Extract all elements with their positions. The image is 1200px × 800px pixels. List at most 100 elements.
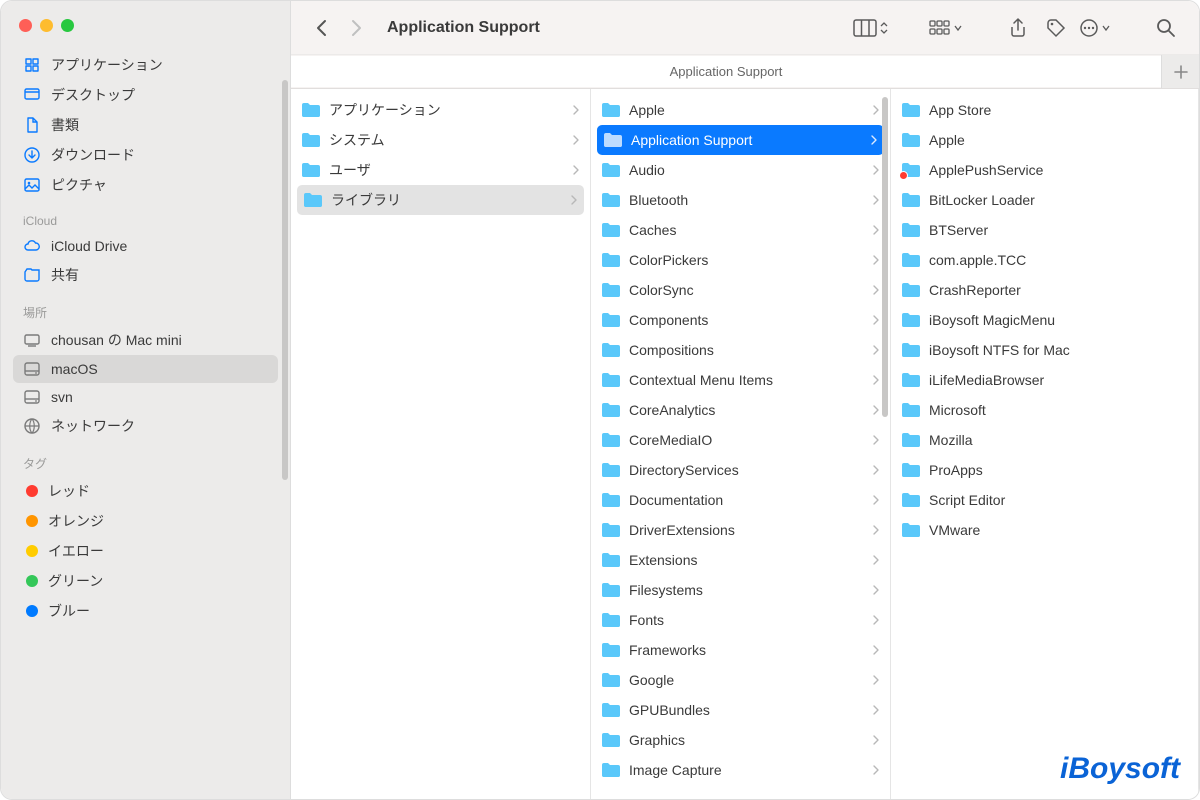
chevron-right-icon — [873, 255, 880, 265]
folder-row[interactable]: Caches — [591, 215, 890, 245]
folder-row[interactable]: Script Editor — [891, 485, 1198, 515]
back-button[interactable] — [309, 15, 335, 41]
chevron-right-icon — [873, 675, 880, 685]
folder-label: ユーザ — [329, 160, 565, 180]
folder-icon — [901, 192, 921, 208]
folder-row[interactable]: Google — [591, 665, 890, 695]
sidebar-tag-1[interactable]: オレンジ — [13, 506, 278, 536]
folder-row[interactable]: ライブラリ — [297, 185, 584, 215]
folder-icon — [901, 402, 921, 418]
folder-row[interactable]: BTServer — [891, 215, 1198, 245]
folder-row[interactable]: Fonts — [591, 605, 890, 635]
chevron-right-icon — [873, 735, 880, 745]
folder-label: Bluetooth — [629, 192, 865, 208]
sidebar-item-locations-2[interactable]: svn — [13, 383, 278, 411]
search-button[interactable] — [1151, 13, 1181, 43]
sidebar-item-favorites-0[interactable]: アプリケーション — [13, 50, 278, 80]
tag-button[interactable] — [1041, 13, 1071, 43]
folder-row[interactable]: Extensions — [591, 545, 890, 575]
sidebar-item-locations-0[interactable]: chousan の Mac mini — [13, 325, 278, 355]
folder-label: Audio — [629, 162, 865, 178]
folder-icon — [601, 252, 621, 268]
sidebar-item-label: chousan の Mac mini — [51, 330, 182, 350]
folder-row[interactable]: iBoysoft MagicMenu — [891, 305, 1198, 335]
folder-row[interactable]: ProApps — [891, 455, 1198, 485]
sidebar-item-locations-1[interactable]: macOS — [13, 355, 278, 383]
folder-row[interactable]: システム — [291, 125, 590, 155]
folder-row[interactable]: Components — [591, 305, 890, 335]
sidebar-item-label: グリーン — [48, 571, 103, 591]
sidebar-tag-4[interactable]: ブルー — [13, 596, 278, 626]
sidebar-tag-2[interactable]: イエロー — [13, 536, 278, 566]
sidebar-section-locations: 場所 — [13, 296, 278, 325]
view-columns-button[interactable] — [853, 19, 889, 37]
folder-row[interactable]: Apple — [891, 125, 1198, 155]
sidebar-item-label: アプリケーション — [51, 55, 163, 75]
folder-row[interactable]: ColorPickers — [591, 245, 890, 275]
folder-row[interactable]: Apple — [591, 95, 890, 125]
folder-icon — [601, 642, 621, 658]
folder-icon — [901, 492, 921, 508]
sidebar-item-icloud-1[interactable]: 共有 — [13, 260, 278, 290]
folder-icon — [901, 222, 921, 238]
sidebar-item-favorites-3[interactable]: ダウンロード — [13, 140, 278, 170]
folder-row[interactable]: Compositions — [591, 335, 890, 365]
folder-row[interactable]: VMware — [891, 515, 1198, 545]
folder-row[interactable]: Audio — [591, 155, 890, 185]
share-button[interactable] — [1003, 13, 1033, 43]
folder-row[interactable]: ApplePushService — [891, 155, 1198, 185]
folder-row[interactable]: App Store — [891, 95, 1198, 125]
folder-row[interactable]: iLifeMediaBrowser — [891, 365, 1198, 395]
folder-row[interactable]: Documentation — [591, 485, 890, 515]
folder-row[interactable]: ユーザ — [291, 155, 590, 185]
folder-row[interactable]: iBoysoft NTFS for Mac — [891, 335, 1198, 365]
chevron-right-icon — [873, 615, 880, 625]
column-scrollbar[interactable] — [882, 97, 888, 417]
folder-row[interactable]: GPUBundles — [591, 695, 890, 725]
folder-label: App Store — [929, 102, 1188, 118]
new-tab-button[interactable] — [1161, 55, 1199, 88]
folder-row[interactable]: Filesystems — [591, 575, 890, 605]
group-button[interactable] — [929, 20, 963, 36]
sidebar-tag-0[interactable]: レッド — [13, 476, 278, 506]
folder-row[interactable]: DirectoryServices — [591, 455, 890, 485]
folder-row[interactable]: CoreMediaIO — [591, 425, 890, 455]
folder-row[interactable]: アプリケーション — [291, 95, 590, 125]
sidebar-item-favorites-4[interactable]: ピクチャ — [13, 170, 278, 200]
sidebar-item-locations-3[interactable]: ネットワーク — [13, 411, 278, 441]
chevron-right-icon — [873, 765, 880, 775]
folder-row[interactable]: Graphics — [591, 725, 890, 755]
folder-row[interactable]: BitLocker Loader — [891, 185, 1198, 215]
folder-icon — [601, 492, 621, 508]
folder-row[interactable]: DriverExtensions — [591, 515, 890, 545]
actions-button[interactable] — [1079, 18, 1111, 38]
folder-icon — [601, 672, 621, 688]
forward-button[interactable] — [343, 15, 369, 41]
folder-row[interactable]: Mozilla — [891, 425, 1198, 455]
chevron-right-icon — [873, 285, 880, 295]
tab-application-support[interactable]: Application Support — [291, 56, 1161, 87]
sidebar-scrollbar[interactable] — [282, 80, 288, 480]
folder-icon — [303, 192, 323, 208]
folder-row[interactable]: Bluetooth — [591, 185, 890, 215]
folder-row[interactable]: Contextual Menu Items — [591, 365, 890, 395]
folder-row[interactable]: com.apple.TCC — [891, 245, 1198, 275]
folder-row[interactable]: CoreAnalytics — [591, 395, 890, 425]
shared-icon — [23, 266, 41, 284]
close-icon[interactable] — [19, 19, 32, 32]
sidebar-item-icloud-0[interactable]: iCloud Drive — [13, 232, 278, 260]
sidebar-item-favorites-1[interactable]: デスクトップ — [13, 80, 278, 110]
folder-row[interactable]: Frameworks — [591, 635, 890, 665]
folder-row[interactable]: Image Capture — [591, 755, 890, 785]
folder-label: Apple — [629, 102, 865, 118]
folder-row[interactable]: CrashReporter — [891, 275, 1198, 305]
sidebar-tag-3[interactable]: グリーン — [13, 566, 278, 596]
sidebar-item-favorites-2[interactable]: 書類 — [13, 110, 278, 140]
maximize-icon[interactable] — [61, 19, 74, 32]
minimize-icon[interactable] — [40, 19, 53, 32]
folder-row[interactable]: ColorSync — [591, 275, 890, 305]
folder-row[interactable]: Microsoft — [891, 395, 1198, 425]
chevron-right-icon — [573, 135, 580, 145]
folder-icon — [601, 402, 621, 418]
folder-row[interactable]: Application Support — [597, 125, 884, 155]
